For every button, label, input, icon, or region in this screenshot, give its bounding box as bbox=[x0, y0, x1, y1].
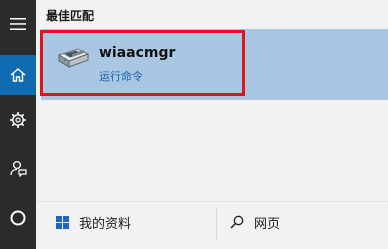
results-panel: 最佳匹配 wiaacmgr 运行命令 我的资料 网页 bbox=[36, 0, 388, 249]
search-icon bbox=[230, 215, 244, 229]
home-icon bbox=[10, 68, 26, 82]
feedback-icon bbox=[10, 160, 27, 177]
cortana-button[interactable] bbox=[0, 198, 36, 238]
hamburger-menu-icon bbox=[10, 18, 26, 30]
gear-icon bbox=[10, 112, 26, 128]
left-rail bbox=[0, 0, 36, 249]
home-button[interactable] bbox=[0, 55, 36, 95]
app-type-label: 运行命令 bbox=[99, 70, 143, 83]
my-stuff-label: 我的资料 bbox=[79, 216, 132, 232]
menu-button[interactable] bbox=[0, 4, 36, 44]
my-stuff-button[interactable]: 我的资料 bbox=[56, 202, 131, 242]
section-title: 最佳匹配 bbox=[46, 9, 95, 23]
windows-logo-icon bbox=[56, 215, 69, 229]
app-name: wiaacmgr bbox=[99, 45, 176, 61]
bottom-divider bbox=[216, 208, 217, 240]
best-match-result[interactable]: wiaacmgr 运行命令 bbox=[41, 29, 388, 100]
bottom-filter-bar: 我的资料 网页 bbox=[36, 201, 388, 249]
settings-button[interactable] bbox=[0, 100, 36, 140]
feedback-button[interactable] bbox=[0, 148, 36, 188]
web-label: 网页 bbox=[254, 216, 281, 232]
command-scanner-icon bbox=[57, 48, 90, 68]
search-window: 最佳匹配 wiaacmgr 运行命令 我的资料 网页 bbox=[0, 0, 388, 249]
web-search-button[interactable]: 网页 bbox=[230, 202, 280, 242]
cortana-circle-icon bbox=[10, 210, 26, 226]
